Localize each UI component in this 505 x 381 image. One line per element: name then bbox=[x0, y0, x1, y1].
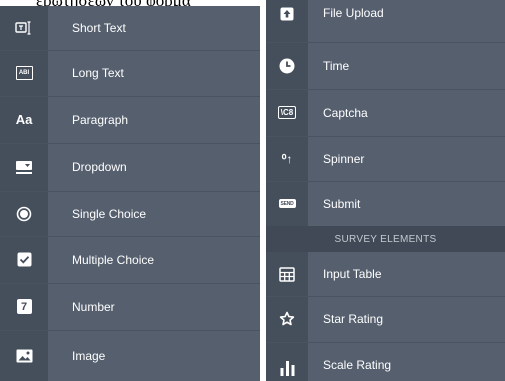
element-captcha[interactable]: \C8 Captcha bbox=[266, 89, 505, 137]
element-label: Multiple Choice bbox=[72, 252, 155, 267]
element-label: Paragraph bbox=[72, 112, 129, 127]
element-label: Long Text bbox=[72, 66, 124, 80]
element-file-upload[interactable]: File Upload bbox=[266, 0, 505, 43]
star-icon bbox=[266, 296, 308, 342]
number-icon: 7 bbox=[0, 283, 48, 330]
checkbox-icon bbox=[0, 236, 48, 283]
element-submit[interactable]: SEND Submit bbox=[266, 181, 505, 226]
element-long-text[interactable]: ABI Long Text bbox=[0, 50, 260, 97]
element-label: File Upload bbox=[323, 6, 384, 20]
element-paragraph[interactable]: Aa Paragraph bbox=[0, 96, 260, 144]
advanced-elements-panel: File Upload Time \C8 Captcha ⁰↑ Spinner bbox=[266, 0, 505, 381]
element-label: Submit bbox=[323, 196, 361, 211]
dropdown-icon bbox=[0, 143, 48, 191]
spinner-icon: ⁰↑ bbox=[281, 151, 293, 166]
element-label: Single Choice bbox=[72, 206, 147, 221]
element-label: Number bbox=[72, 299, 115, 314]
element-label: Spinner bbox=[323, 151, 365, 166]
element-short-text[interactable]: Short Text bbox=[0, 6, 260, 51]
table-icon bbox=[266, 252, 308, 296]
element-input-table[interactable]: Input Table bbox=[266, 252, 505, 297]
element-star-rating[interactable]: Star Rating bbox=[266, 296, 505, 343]
element-label: Image bbox=[72, 348, 106, 363]
long-text-icon: ABI bbox=[0, 50, 48, 96]
radio-icon bbox=[0, 191, 48, 236]
element-scale-rating[interactable]: Scale Rating bbox=[266, 342, 505, 381]
element-time[interactable]: Time bbox=[266, 42, 505, 90]
element-label: Time bbox=[323, 58, 350, 73]
section-header-survey: SURVEY ELEMENTS bbox=[266, 226, 505, 252]
element-image[interactable]: Image bbox=[0, 330, 260, 381]
element-single-choice[interactable]: Single Choice bbox=[0, 191, 260, 237]
element-multiple-choice[interactable]: Multiple Choice bbox=[0, 236, 260, 284]
file-upload-icon bbox=[266, 0, 308, 42]
bar-chart-icon bbox=[266, 342, 308, 381]
element-dropdown[interactable]: Dropdown bbox=[0, 143, 260, 192]
element-label: Input Table bbox=[323, 267, 382, 281]
submit-icon: SEND bbox=[278, 199, 296, 208]
form-builder-screenshot: ερωτήσεων του φόρμα Short Text ABI Long … bbox=[0, 0, 505, 381]
basic-elements-panel: Short Text ABI Long Text Aa Paragraph Dr bbox=[0, 6, 260, 381]
paragraph-icon: Aa bbox=[15, 112, 33, 127]
element-spinner[interactable]: ⁰↑ Spinner bbox=[266, 136, 505, 182]
short-text-icon bbox=[0, 6, 48, 50]
element-label: Captcha bbox=[323, 105, 368, 120]
element-label: Dropdown bbox=[72, 160, 127, 174]
element-number[interactable]: 7 Number bbox=[0, 283, 260, 331]
element-label: Short Text bbox=[72, 21, 126, 35]
element-label: Scale Rating bbox=[323, 357, 392, 372]
captcha-icon: \C8 bbox=[266, 89, 308, 136]
image-icon bbox=[0, 330, 48, 381]
clock-icon bbox=[266, 42, 308, 89]
element-label: Star Rating bbox=[323, 312, 384, 326]
